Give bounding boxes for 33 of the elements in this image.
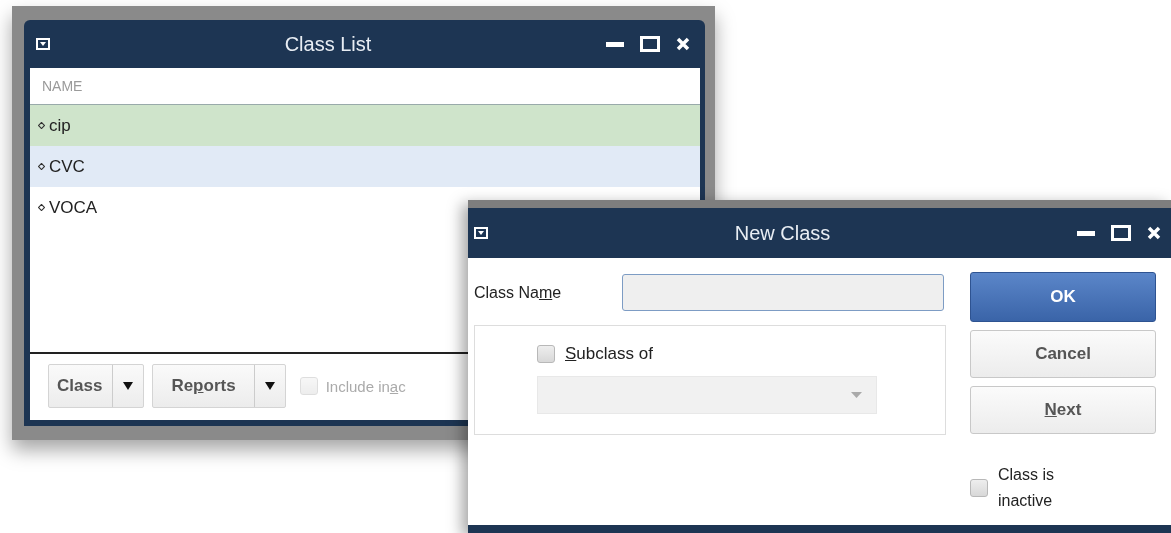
minimize-icon[interactable] [606,41,624,47]
dialog-button[interactable]: Cancel [970,330,1156,378]
list-row[interactable]: cip [30,105,700,146]
class-name: cip [49,115,71,136]
checkbox[interactable] [970,478,988,497]
checkbox-label: Include inac [325,377,406,395]
checkbox-label: Class is inactive [998,465,1055,511]
class-name-field[interactable] [622,274,944,311]
dialog-button[interactable]: OK [970,272,1156,322]
caret-icon [264,382,275,390]
window-menu-icon[interactable] [474,227,488,239]
class-name: VOCA [49,197,98,218]
maximize-icon[interactable] [640,36,660,52]
reports-menu-button[interactable]: Reports [152,364,286,408]
checkbox[interactable] [537,345,555,363]
window-title: Class List [283,32,373,56]
minimize-icon[interactable] [1077,230,1095,236]
close-icon[interactable] [1147,226,1161,240]
list-row[interactable]: CVC [30,146,700,187]
caret-icon [123,382,134,390]
diamond-icon [38,122,45,129]
class-name: CVC [49,156,85,177]
window-title: New Class [733,221,832,245]
checkbox-label: Subclass of [565,344,653,364]
class-menu-button[interactable]: Class [48,364,145,408]
window-menu-icon[interactable] [36,38,50,50]
close-icon[interactable] [676,37,690,51]
field-label: Class Name [474,283,563,302]
dialog-button[interactable]: Next [970,386,1156,434]
caret-icon [851,392,862,398]
diamond-icon [38,163,45,170]
diamond-icon [38,204,45,211]
maximize-icon[interactable] [1111,225,1131,241]
